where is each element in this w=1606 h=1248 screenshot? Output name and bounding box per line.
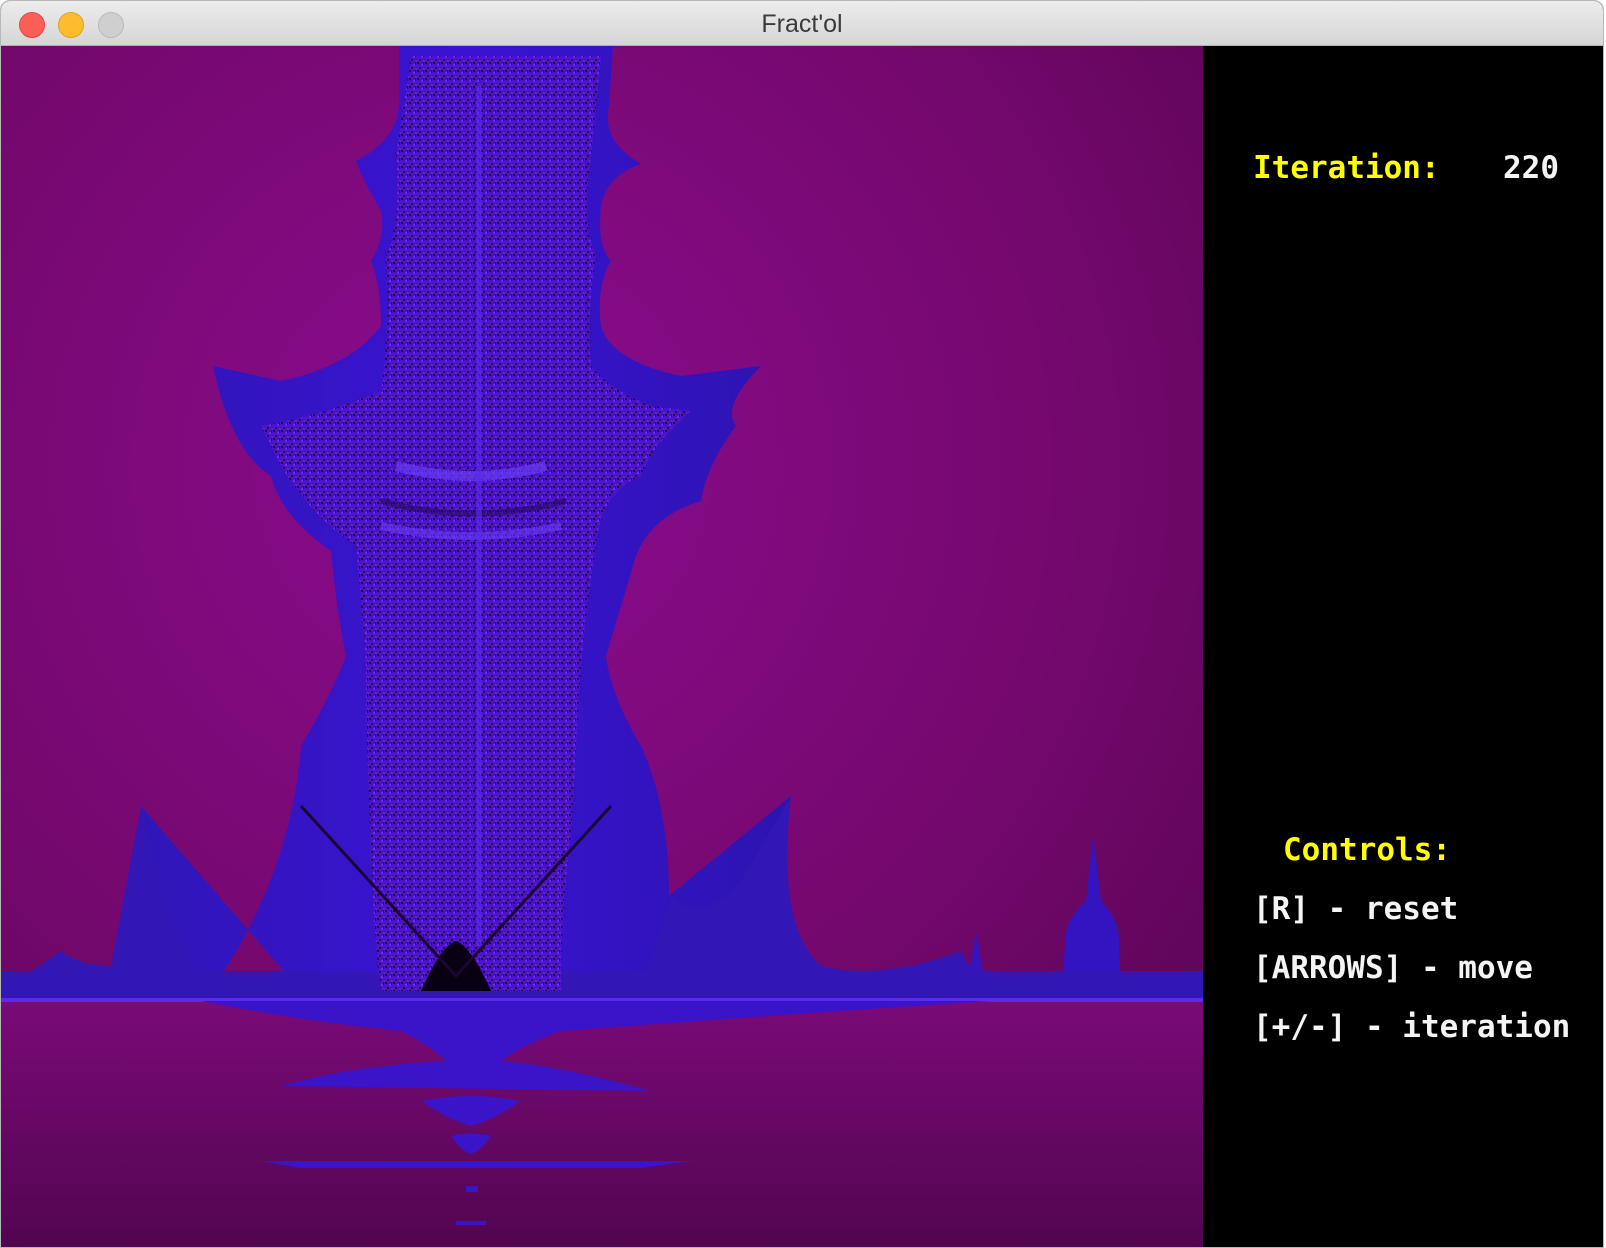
- iteration-label: Iteration:: [1253, 150, 1440, 186]
- title-bar[interactable]: Fract'ol: [1, 1, 1603, 46]
- info-panel: Iteration: 220 Controls: [R] - reset [AR…: [1203, 46, 1603, 1247]
- control-reset: [R] - reset: [1253, 891, 1459, 927]
- iteration-value: 220: [1503, 150, 1559, 186]
- control-move: [ARROWS] - move: [1253, 950, 1533, 986]
- controls-title: Controls:: [1283, 832, 1451, 868]
- fractal-canvas[interactable]: [1, 46, 1203, 1247]
- fractal-render: [1, 46, 1203, 1247]
- app-window: Fract'ol Iteration: 220 Controls: [R] - …: [0, 0, 1604, 1248]
- window-title: Fract'ol: [761, 10, 843, 38]
- control-iteration: [+/-] - iteration: [1253, 1009, 1571, 1045]
